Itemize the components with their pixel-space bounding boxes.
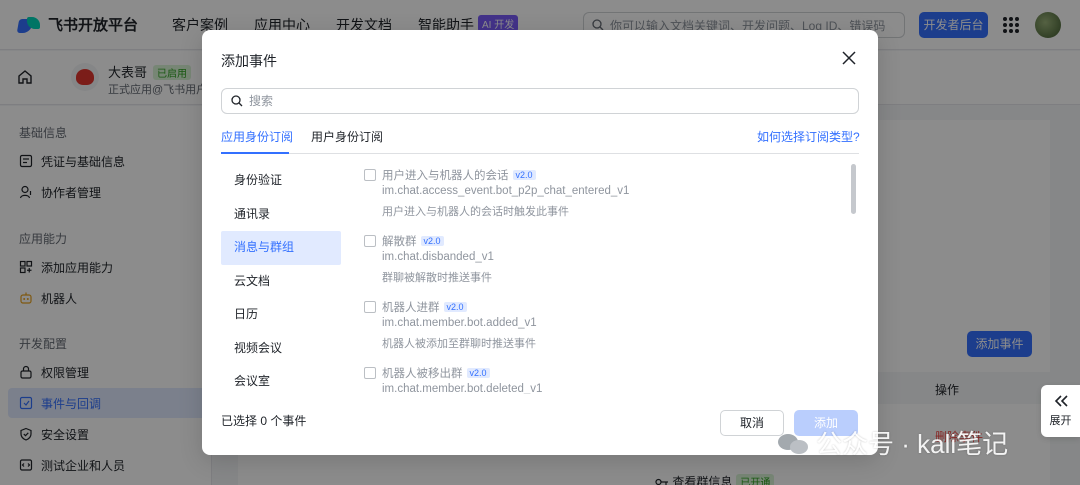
event-list: 用户进入与机器人的会话 v2.0 im.chat.access_event.bot…	[362, 164, 842, 394]
event-checkbox[interactable]	[364, 235, 376, 247]
category-meeting-room[interactable]: 会议室	[221, 365, 341, 399]
version-badge: v2.0	[466, 368, 490, 378]
active-tab-indicator	[221, 152, 289, 154]
event-name: 用户进入与机器人的会话 v2.0	[382, 167, 536, 183]
event-name-label: 机器人被移出群	[382, 368, 463, 380]
wechat-icon	[778, 432, 808, 454]
version-badge: v2.0	[443, 302, 467, 312]
event-description: 群聊被解散时推送事件	[382, 272, 492, 284]
event-description: 用户进入与机器人的会话时触发此事件	[382, 206, 569, 218]
dialog-title: 添加事件	[221, 53, 277, 69]
event-name-label: 用户进入与机器人的会话	[382, 170, 509, 182]
category-contacts[interactable]: 通讯录	[221, 198, 341, 232]
category-video-meeting[interactable]: 视频会议	[221, 332, 341, 366]
event-name-label: 解散群	[382, 236, 417, 248]
event-name: 机器人进群 v2.0	[382, 299, 467, 315]
event-item: 机器人被移出群 v2.0 im.chat.member.bot.deleted_v…	[362, 362, 842, 394]
selected-count: 已选择 0 个事件	[221, 414, 307, 428]
wechat-watermark: 公众号 · kali笔记	[778, 424, 1008, 461]
double-chevron-left-icon	[1054, 395, 1068, 407]
expand-button[interactable]: 展开	[1041, 385, 1080, 437]
add-event-dialog: 添加事件 应用身份订阅 用户身份订阅 如何选择订阅类型? 身份验证 通讯录 消息…	[202, 30, 878, 455]
event-checkbox[interactable]	[364, 367, 376, 379]
version-badge: v2.0	[512, 170, 536, 180]
category-messages-groups[interactable]: 消息与群组	[221, 231, 341, 265]
close-icon[interactable]	[842, 51, 856, 65]
watermark-text: 公众号 · kali笔记	[816, 429, 1009, 459]
event-name-label: 机器人进群	[382, 302, 440, 314]
event-search-field[interactable]	[221, 88, 859, 114]
event-name: 解散群 v2.0	[382, 233, 444, 249]
expand-label: 展开	[1049, 415, 1072, 427]
category-calendar[interactable]: 日历	[221, 298, 341, 332]
event-name: 机器人被移出群 v2.0	[382, 365, 490, 381]
event-key: im.chat.access_event.bot_p2p_chat_entere…	[382, 185, 630, 197]
event-checkbox[interactable]	[364, 301, 376, 313]
event-search-input[interactable]	[249, 94, 839, 108]
event-item: 机器人进群 v2.0 im.chat.member.bot.added_v1 机器…	[362, 296, 842, 362]
event-key: im.chat.member.bot.deleted_v1	[382, 383, 543, 394]
search-icon	[231, 95, 243, 107]
category-auth[interactable]: 身份验证	[221, 164, 341, 198]
event-description: 机器人被添加至群聊时推送事件	[382, 338, 536, 350]
event-key: im.chat.disbanded_v1	[382, 251, 494, 263]
event-key: im.chat.member.bot.added_v1	[382, 317, 537, 329]
tab-app-identity[interactable]: 应用身份订阅	[221, 128, 293, 145]
cancel-button[interactable]: 取消	[720, 410, 784, 436]
event-checkbox[interactable]	[364, 169, 376, 181]
version-badge: v2.0	[420, 236, 444, 246]
event-list-scrollbar[interactable]	[851, 164, 856, 214]
event-category-list: 身份验证 通讯录 消息与群组 云文档 日历 视频会议 会议室	[221, 164, 341, 399]
event-item: 用户进入与机器人的会话 v2.0 im.chat.access_event.bot…	[362, 164, 842, 230]
category-docs[interactable]: 云文档	[221, 265, 341, 299]
subscription-type-help-link[interactable]: 如何选择订阅类型?	[757, 128, 860, 145]
tab-user-identity[interactable]: 用户身份订阅	[311, 128, 383, 145]
event-item: 解散群 v2.0 im.chat.disbanded_v1 群聊被解散时推送事件	[362, 230, 842, 296]
